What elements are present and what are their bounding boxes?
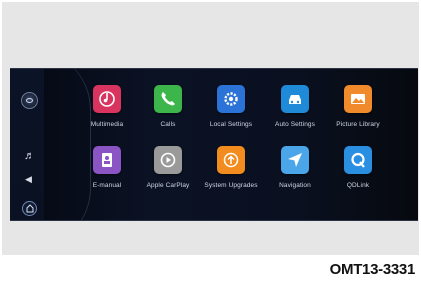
- phone-icon: [154, 85, 182, 113]
- upgrade-icon: [217, 146, 245, 174]
- car-settings-icon: [281, 85, 309, 113]
- picture-icon: [344, 85, 372, 113]
- app-picture-library[interactable]: Picture Library: [323, 85, 393, 133]
- navigation-icon: [281, 146, 309, 174]
- app-label: Picture Library: [336, 121, 380, 128]
- figure-caption: OMT13-3331: [329, 261, 416, 278]
- carplay-icon: [154, 146, 182, 174]
- multimedia-icon: [93, 85, 121, 113]
- app-qdlink[interactable]: QDLink: [323, 146, 393, 194]
- figure-frame: ♬ ◀ Multimedia Calls Local Settings Auto…: [0, 0, 421, 285]
- gear-icon: [217, 85, 245, 113]
- infotainment-screen: ♬ ◀ Multimedia Calls Local Settings Auto…: [10, 68, 418, 221]
- app-label: QDLink: [346, 182, 370, 189]
- qdlink-icon: [344, 146, 372, 174]
- manual-icon: [93, 146, 121, 174]
